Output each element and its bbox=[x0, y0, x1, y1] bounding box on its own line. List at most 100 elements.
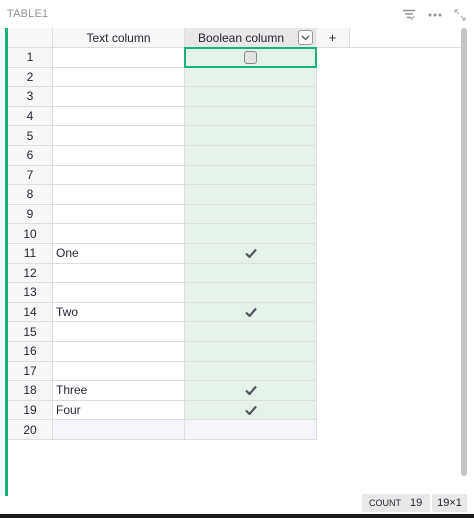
text-cell[interactable] bbox=[53, 224, 185, 244]
table-body: 1 2 3 4 5 6 7 8 9 10 11 One 12 13 14 Two 15 16 17 18 Three 19… bbox=[8, 47, 317, 440]
checkmark-icon bbox=[244, 405, 257, 415]
table-row: 15 bbox=[8, 322, 317, 342]
text-cell[interactable] bbox=[53, 106, 185, 127]
text-cell[interactable] bbox=[53, 204, 185, 225]
row-number[interactable]: 14 bbox=[8, 302, 53, 323]
table-row: 19 Four bbox=[8, 400, 317, 421]
sort-filter-icon[interactable] bbox=[400, 6, 418, 24]
column-header-boolean-label: Boolean column bbox=[197, 30, 285, 45]
table-row: 1 bbox=[8, 47, 317, 68]
vertical-scrollbar[interactable] bbox=[461, 28, 467, 476]
row-number[interactable]: 1 bbox=[8, 48, 53, 68]
boolean-cell[interactable] bbox=[185, 302, 317, 323]
text-cell[interactable]: Three bbox=[53, 381, 185, 401]
column-menu-button[interactable] bbox=[298, 30, 313, 45]
add-row-boolean-cell[interactable] bbox=[185, 420, 317, 440]
widget-title[interactable]: TABLE1 bbox=[7, 8, 48, 20]
row-number[interactable]: 9 bbox=[8, 204, 53, 225]
count-label: COUNT bbox=[369, 498, 401, 508]
boolean-cell[interactable] bbox=[185, 106, 317, 127]
boolean-cell[interactable] bbox=[185, 204, 317, 225]
text-cell[interactable] bbox=[53, 67, 185, 88]
row-number[interactable]: 7 bbox=[8, 165, 53, 186]
text-cell[interactable]: Two bbox=[53, 302, 185, 323]
row-number[interactable]: 20 bbox=[8, 420, 53, 440]
text-cell[interactable] bbox=[53, 361, 185, 382]
text-cell[interactable] bbox=[53, 48, 185, 68]
boolean-cell[interactable] bbox=[185, 243, 317, 264]
text-cell[interactable]: Four bbox=[53, 400, 185, 421]
count-summary[interactable]: COUNT 19 bbox=[362, 494, 430, 512]
row-number[interactable]: 19 bbox=[8, 400, 53, 421]
boolean-cell[interactable] bbox=[185, 322, 317, 342]
boolean-cell[interactable] bbox=[185, 381, 317, 401]
row-number[interactable]: 15 bbox=[8, 322, 53, 342]
boolean-cell[interactable] bbox=[185, 341, 317, 362]
text-cell[interactable] bbox=[53, 87, 185, 107]
row-number[interactable]: 2 bbox=[8, 67, 53, 88]
row-number[interactable]: 11 bbox=[8, 243, 53, 264]
table-widget: Text column Boolean column + 1 2 3 4 5 6 7 8 9 10… bbox=[5, 28, 467, 512]
boolean-cell[interactable] bbox=[185, 224, 317, 244]
row-number[interactable]: 4 bbox=[8, 106, 53, 127]
row-number[interactable]: 6 bbox=[8, 145, 53, 166]
text-cell[interactable] bbox=[53, 283, 185, 303]
selection-dimensions: 19×1 bbox=[432, 494, 467, 512]
row-number[interactable]: 13 bbox=[8, 283, 53, 303]
table-row: 17 bbox=[8, 361, 317, 382]
more-horizontal-icon[interactable] bbox=[426, 6, 444, 24]
row-number[interactable]: 17 bbox=[8, 361, 53, 382]
count-value: 19 bbox=[410, 497, 423, 509]
boolean-cell[interactable] bbox=[185, 185, 317, 205]
add-row[interactable]: 20 bbox=[8, 420, 317, 440]
boolean-cell[interactable] bbox=[185, 361, 317, 382]
text-cell[interactable] bbox=[53, 341, 185, 362]
checkbox-icon[interactable] bbox=[244, 50, 257, 64]
column-header-boolean[interactable]: Boolean column bbox=[185, 28, 316, 48]
table-row: 12 bbox=[8, 263, 317, 284]
row-number[interactable]: 18 bbox=[8, 381, 53, 401]
column-header-text[interactable]: Text column bbox=[53, 28, 185, 48]
add-row-text-cell[interactable] bbox=[53, 420, 185, 440]
table-row: 6 bbox=[8, 145, 317, 166]
row-number[interactable]: 3 bbox=[8, 87, 53, 107]
text-cell[interactable]: One bbox=[53, 243, 185, 264]
text-cell[interactable] bbox=[53, 145, 185, 166]
boolean-cell[interactable] bbox=[185, 400, 317, 421]
text-cell[interactable] bbox=[53, 322, 185, 342]
row-number[interactable]: 8 bbox=[8, 185, 53, 205]
row-number[interactable]: 12 bbox=[8, 263, 53, 284]
checkmark-icon bbox=[244, 249, 257, 259]
table-row: 8 bbox=[8, 185, 317, 205]
table-row: 11 One bbox=[8, 243, 317, 264]
text-cell[interactable] bbox=[53, 165, 185, 186]
boolean-cell[interactable] bbox=[185, 126, 317, 146]
boolean-cell[interactable] bbox=[184, 47, 317, 68]
table-row: 16 bbox=[8, 341, 317, 362]
boolean-cell[interactable] bbox=[185, 87, 317, 107]
text-cell[interactable] bbox=[53, 126, 185, 146]
row-number[interactable]: 5 bbox=[8, 126, 53, 146]
boolean-cell[interactable] bbox=[185, 165, 317, 186]
table-row: 10 bbox=[8, 224, 317, 244]
column-header-text-label: Text column bbox=[86, 30, 151, 45]
row-number[interactable]: 10 bbox=[8, 224, 53, 244]
table-row: 5 bbox=[8, 126, 317, 146]
chevron-down-icon bbox=[301, 35, 310, 40]
expand-icon[interactable] bbox=[451, 6, 469, 24]
add-column-button[interactable]: + bbox=[316, 28, 350, 48]
text-cell[interactable] bbox=[53, 263, 185, 284]
boolean-cell[interactable] bbox=[185, 283, 317, 303]
row-number[interactable]: 16 bbox=[8, 341, 53, 362]
text-cell[interactable] bbox=[53, 185, 185, 205]
widget-footer: COUNT 19 19×1 bbox=[5, 494, 467, 512]
table-row: 3 bbox=[8, 87, 317, 107]
header-empty-space bbox=[350, 28, 467, 48]
bottom-divider bbox=[0, 514, 474, 518]
table-row: 14 Two bbox=[8, 302, 317, 323]
boolean-cell[interactable] bbox=[185, 263, 317, 284]
boolean-cell[interactable] bbox=[185, 145, 317, 166]
grid-corner[interactable] bbox=[8, 28, 53, 48]
boolean-cell[interactable] bbox=[185, 67, 317, 88]
data-grid: Text column Boolean column + 1 2 3 4 5 6 7 8 9 10… bbox=[8, 28, 467, 496]
